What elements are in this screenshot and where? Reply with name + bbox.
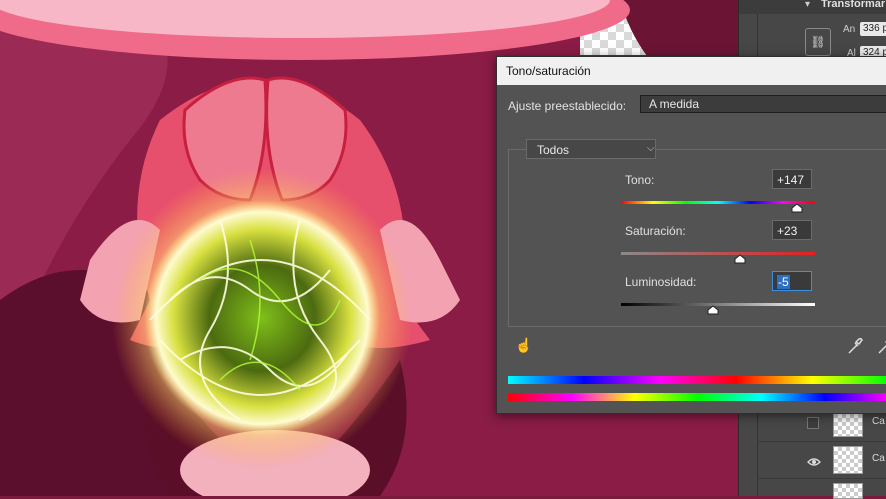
hue-input[interactable]: +147 xyxy=(772,169,812,189)
layer-name: Ca xyxy=(872,453,885,464)
saturation-input[interactable]: +23 xyxy=(772,220,812,240)
preset-dropdown[interactable]: A medida xyxy=(640,95,886,113)
visibility-toggle-off[interactable] xyxy=(807,417,819,429)
lightness-value: -5 xyxy=(777,275,790,289)
link-icon[interactable]: ⛓ xyxy=(805,28,831,56)
chevron-down-icon[interactable]: ▾ xyxy=(805,0,810,10)
layer-thumbnail xyxy=(833,483,863,499)
dialog-title: Tono/saturación xyxy=(506,64,591,78)
channel-dropdown[interactable]: Todos ⌵ xyxy=(526,139,656,159)
hue-slider-thumb[interactable] xyxy=(791,203,803,213)
layer-thumbnail xyxy=(833,446,863,474)
lightness-slider-thumb[interactable] xyxy=(707,305,719,315)
hand-pointer-icon[interactable]: ☝ xyxy=(515,337,532,354)
adjustment-group xyxy=(508,149,886,327)
saturation-slider-thumb[interactable] xyxy=(734,254,746,264)
result-color-bar xyxy=(508,376,886,384)
preset-value: A medida xyxy=(649,97,700,111)
layer-row[interactable] xyxy=(757,478,886,499)
channel-value: Todos xyxy=(537,143,570,157)
hue-label: Tono: xyxy=(625,173,655,187)
eye-icon[interactable] xyxy=(807,454,821,466)
saturation-label: Saturación: xyxy=(625,224,686,238)
chevron-down-icon: ⌵ xyxy=(647,143,655,154)
properties-title: Transformar xyxy=(821,0,886,10)
dialog-titlebar[interactable]: Tono/saturación xyxy=(497,57,886,85)
properties-header: ▾ Transformar xyxy=(739,0,886,14)
eyedropper-icon[interactable] xyxy=(847,337,863,358)
width-label: An xyxy=(843,24,856,35)
width-field[interactable]: 336 p xyxy=(860,22,886,36)
saturation-slider-track[interactable] xyxy=(621,252,815,255)
lightness-input[interactable]: -5 xyxy=(772,271,812,291)
input-color-bar xyxy=(508,393,886,401)
hue-saturation-dialog: Tono/saturación Ajuste preestablecido: A… xyxy=(496,56,886,414)
layer-name: Ca xyxy=(872,416,885,427)
lightness-label: Luminosidad: xyxy=(625,275,697,289)
hue-slider-track[interactable] xyxy=(621,201,815,204)
layer-row[interactable]: Ca xyxy=(757,441,886,478)
preset-label: Ajuste preestablecido: xyxy=(508,99,627,113)
eyedropper-plus-icon[interactable] xyxy=(877,337,886,358)
